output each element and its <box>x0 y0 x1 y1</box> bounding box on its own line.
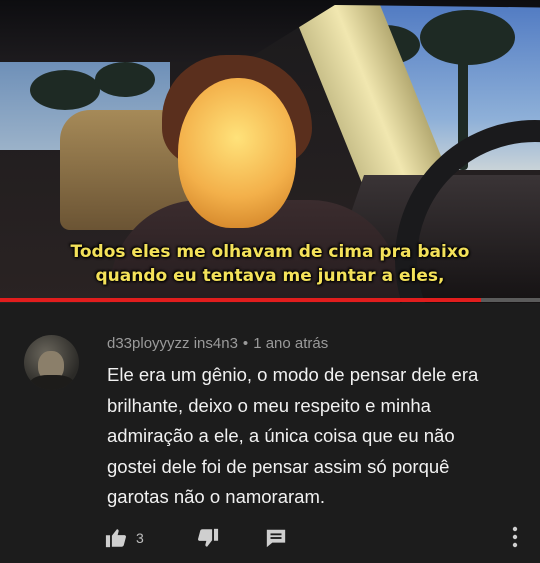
comment-actions: 3 <box>105 523 525 553</box>
thumbs-down-icon <box>197 527 219 549</box>
comment-timestamp[interactable]: 1 ano atrás <box>253 335 328 352</box>
reply-button[interactable] <box>265 523 287 553</box>
comment-line: garotas não o namoraram. <box>107 486 326 507</box>
more-vertical-icon <box>510 526 520 553</box>
comment-line: admiração a ele, a única coisa que eu nã… <box>107 425 455 446</box>
palm-tree <box>95 62 155 97</box>
avatar-shoulders <box>30 375 74 390</box>
comment-item: d33ployyyzz ins4n3 • 1 ano atrás Ele era u… <box>0 303 540 563</box>
more-options-button[interactable] <box>510 525 520 549</box>
like-count: 3 <box>136 530 144 546</box>
palm-tree <box>30 70 100 110</box>
comment-line: gostei dele foi de pensar assim só porqu… <box>107 455 450 477</box>
comment-text: Ele era um gênio, o modo de pensar dele … <box>107 360 527 513</box>
meta-separator: • <box>242 335 249 352</box>
like-button[interactable]: 3 <box>105 523 144 553</box>
dislike-button[interactable] <box>197 523 219 553</box>
video-subtitle: Todos eles me olhavam de cima pra baixo … <box>0 240 540 288</box>
comment-header: d33ployyyzz ins4n3 • 1 ano atrás <box>107 335 328 352</box>
avatar[interactable] <box>24 335 79 390</box>
subtitle-line-2: quando eu tentava me juntar a eles, <box>95 266 445 286</box>
comment-line: Ele era um gênio, o modo de pensar dele … <box>107 364 479 385</box>
reply-comment-icon <box>265 527 287 549</box>
video-progress-fill <box>0 298 481 302</box>
subtitle-line-1: Todos eles me olhavam de cima pra baixo <box>70 242 470 262</box>
person-face <box>178 78 296 228</box>
comment-author[interactable]: d33ployyyzz ins4n3 <box>107 335 238 352</box>
video-frame[interactable]: Todos eles me olhavam de cima pra baixo … <box>0 0 540 303</box>
comment-line: brilhante, deixo o meu respeito e minha <box>107 394 431 416</box>
thumbs-up-icon <box>105 527 127 549</box>
video-progress-bar[interactable] <box>0 298 540 302</box>
palm-tree <box>420 10 515 65</box>
